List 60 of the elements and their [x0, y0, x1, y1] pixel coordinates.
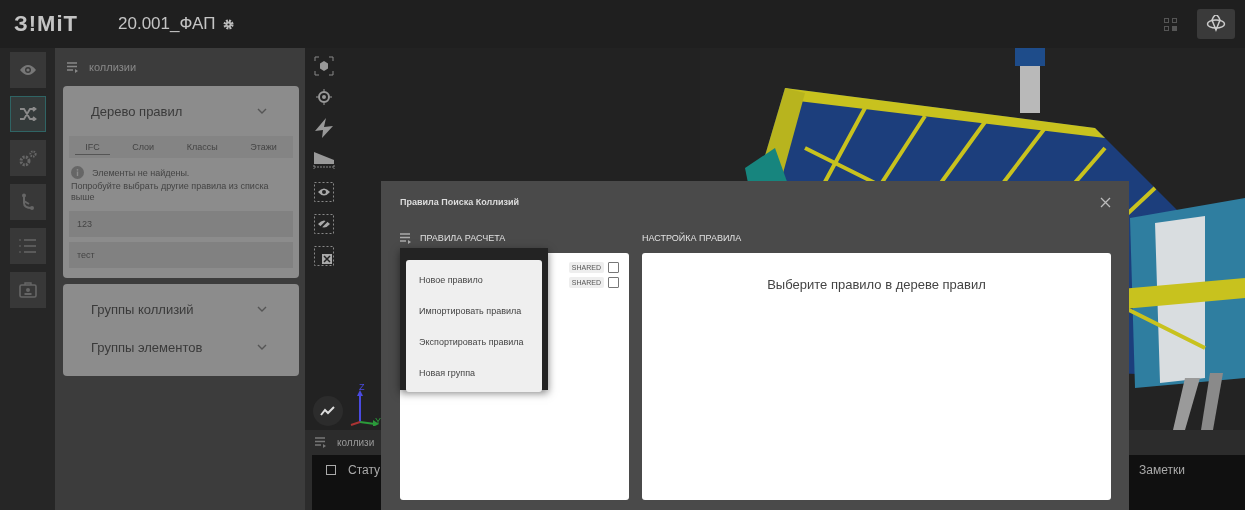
- dialog-title: Правила Поиска Коллизий: [400, 197, 520, 207]
- shuffle-icon: [18, 107, 37, 121]
- section-plane-icon[interactable]: [314, 118, 334, 138]
- target-icon[interactable]: [315, 88, 333, 106]
- hint-text: Попробуйте выбрать другие правила из списка выше: [70, 181, 270, 203]
- tab[interactable]: Классы: [176, 139, 228, 155]
- column-title: ПРАВИЛА РАСЧЕТА: [420, 233, 506, 243]
- menu-item[interactable]: Импортировать правила: [406, 295, 542, 326]
- sidebar-button[interactable]: [9, 272, 46, 308]
- close-button[interactable]: [1100, 196, 1111, 208]
- section-title[interactable]: Дерево правил: [91, 103, 183, 119]
- measure-icon[interactable]: [313, 150, 335, 170]
- info-icon: [71, 166, 84, 179]
- checkbox[interactable]: [326, 465, 336, 475]
- sidebar-button[interactable]: [9, 96, 46, 132]
- project-name: 20.001_ФАП: [118, 14, 216, 34]
- tab[interactable]: Этажи: [240, 139, 287, 155]
- eye-icon: [18, 64, 37, 76]
- chevron-down-icon[interactable]: [257, 344, 267, 350]
- section-title[interactable]: Группы элементов: [91, 339, 203, 355]
- chevron-down-icon[interactable]: [257, 108, 267, 114]
- chart-button[interactable]: [313, 396, 343, 426]
- numbered-list-icon: [18, 238, 37, 254]
- hide-icon[interactable]: [314, 214, 334, 234]
- focus-icon[interactable]: [314, 56, 334, 76]
- clear-icon[interactable]: [314, 246, 334, 266]
- orbit-icon: [1206, 15, 1226, 33]
- trend-icon: [320, 406, 336, 416]
- column-header[interactable]: Стату: [348, 463, 381, 477]
- section-title[interactable]: Группы коллизий: [91, 301, 194, 317]
- menu-item[interactable]: Новая группа: [406, 357, 542, 388]
- menu-icon[interactable]: [315, 437, 327, 448]
- qr-code-icon[interactable]: [1164, 17, 1177, 31]
- menu-icon[interactable]: [67, 61, 79, 73]
- list-item[interactable]: 123: [69, 211, 293, 237]
- column-header[interactable]: Заметки: [1139, 463, 1185, 510]
- show-icon[interactable]: [314, 182, 334, 202]
- checkbox[interactable]: [608, 277, 619, 288]
- panel-title: коллизии: [89, 61, 137, 73]
- branch-icon: [20, 193, 35, 211]
- sidebar-button[interactable]: [9, 52, 46, 88]
- chevron-down-icon[interactable]: [257, 306, 267, 312]
- axis-label: Y: [375, 416, 381, 426]
- menu-item[interactable]: Новое правило: [406, 264, 542, 295]
- orbit-button[interactable]: [1197, 9, 1235, 39]
- menu-icon[interactable]: [400, 232, 412, 244]
- sidebar-button[interactable]: [9, 184, 46, 220]
- sidebar-button[interactable]: [9, 140, 46, 176]
- settings-icon[interactable]: [223, 18, 235, 30]
- empty-message: Выберите правило в дереве правил: [766, 276, 987, 292]
- notice-text: Элементы не найдены.: [92, 167, 190, 178]
- panel-title: коллизи: [337, 437, 375, 448]
- axis-label: Z: [359, 382, 366, 392]
- menu-item[interactable]: Экспортировать правила: [406, 326, 542, 357]
- column-title: НАСТРОЙКА ПРАВИЛА: [642, 233, 742, 243]
- sidebar-button[interactable]: [9, 228, 46, 264]
- gears-icon: [17, 149, 38, 167]
- id-badge-icon: [18, 282, 37, 298]
- checkbox[interactable]: [608, 262, 619, 273]
- app-logo: З!MiT: [14, 11, 79, 37]
